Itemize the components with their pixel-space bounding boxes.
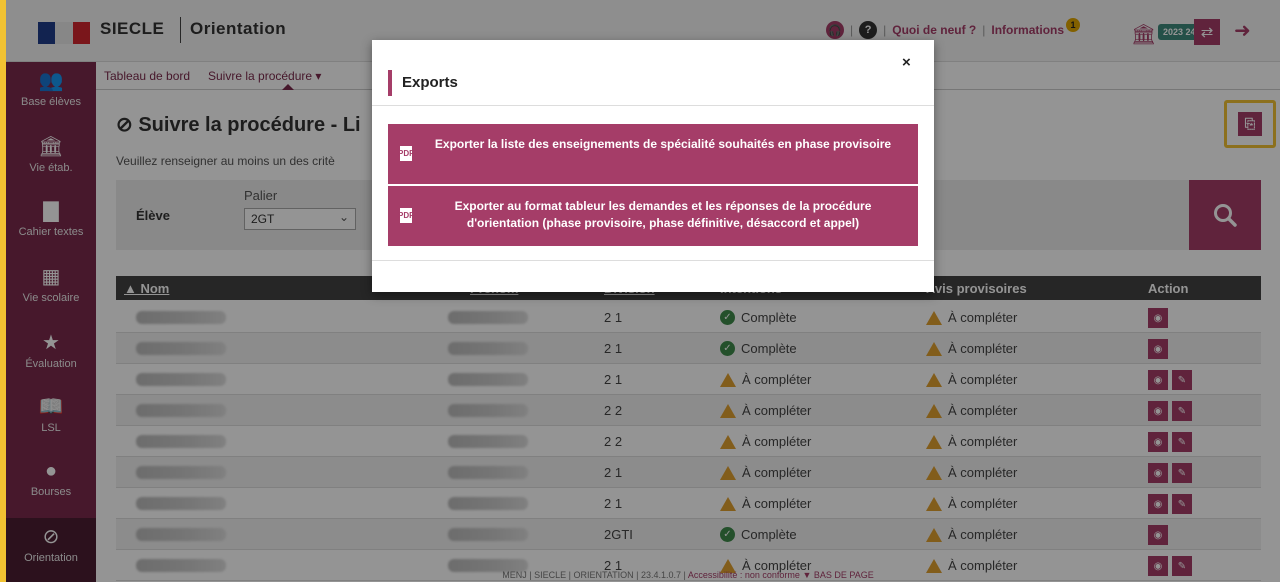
app-frame: SIECLE Orientation 🎧 | ? | Quoi de neuf … — [0, 0, 1280, 582]
close-icon[interactable]: × — [902, 54, 911, 71]
export-tableur-button[interactable]: PDF Exporter au format tableur les deman… — [388, 186, 918, 246]
export-tableur-label: Exporter au format tableur les demandes … — [454, 199, 872, 230]
modal-title: Exports — [402, 74, 458, 91]
modal-header: Exports × — [372, 40, 934, 106]
pdf-icon: PDF — [398, 208, 414, 223]
exports-modal: Exports × PDF Exporter la liste des ense… — [372, 40, 934, 292]
pdf-icon: PDF — [398, 146, 414, 161]
export-specialites-label: Exporter la liste des enseignements de s… — [434, 137, 892, 151]
modal-title-accent — [388, 70, 392, 96]
modal-footer-divider — [372, 260, 934, 261]
export-specialites-button[interactable]: PDF Exporter la liste des enseignements … — [388, 124, 918, 184]
